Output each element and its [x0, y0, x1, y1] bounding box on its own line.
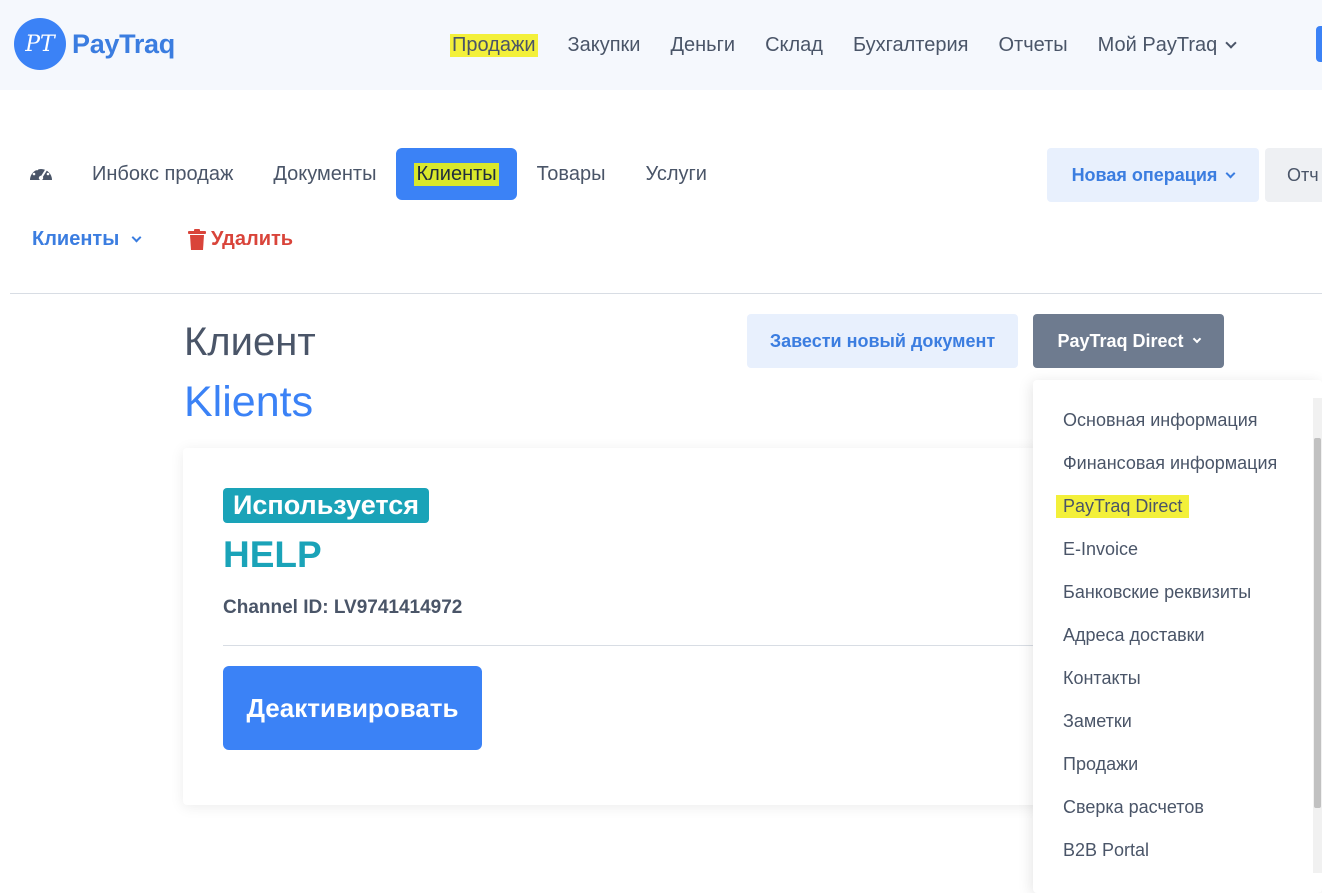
- menu-item-sales[interactable]: Продажи: [1063, 754, 1138, 775]
- chevron-down-icon: [1225, 168, 1236, 178]
- deactivate-button[interactable]: Деактивировать: [223, 666, 482, 750]
- service-name: HELP: [223, 534, 322, 575]
- paytraq-direct-button[interactable]: PayTraq Direct: [1033, 314, 1224, 368]
- chevron-down-icon: [1192, 334, 1201, 344]
- reports-label: Отч: [1287, 164, 1319, 185]
- menu-scrollbar[interactable]: [1313, 398, 1322, 873]
- chevron-down-icon: [131, 232, 142, 243]
- top-navbar: PT PayTraq Продажи Закупки Деньги Склад …: [0, 0, 1322, 90]
- menu-item-financial-info[interactable]: Финансовая информация: [1063, 453, 1277, 474]
- status-badge: Используется: [223, 488, 430, 523]
- trash-icon: [188, 228, 206, 250]
- paytraq-direct-label: PayTraq Direct: [1057, 330, 1184, 351]
- menu-item-contacts[interactable]: Контакты: [1063, 668, 1141, 689]
- nav-money[interactable]: Деньги: [670, 34, 735, 57]
- card-divider: [223, 645, 1063, 646]
- clients-dropdown[interactable]: Клиенты: [32, 228, 142, 251]
- nav-my-paytraq[interactable]: Мой PayTraq: [1097, 33, 1237, 57]
- menu-item-basic-info[interactable]: Основная информация: [1063, 410, 1258, 431]
- menu-item-e-invoice[interactable]: E-Invoice: [1063, 539, 1138, 560]
- sub-nav: Инбокс продаж Документы Клиенты Товары У…: [28, 148, 747, 200]
- logo-mark: PT: [14, 18, 66, 70]
- menu-item-bank-details[interactable]: Банковские реквизиты: [1063, 582, 1251, 603]
- section-divider: [10, 293, 1322, 294]
- paytraq-direct-menu: Основная информация Финансовая информаци…: [1033, 380, 1322, 893]
- paytraq-logo[interactable]: PT PayTraq: [14, 18, 175, 70]
- clients-dropdown-label: Клиенты: [32, 228, 120, 250]
- delete-label: Удалить: [211, 228, 294, 250]
- tab-clients[interactable]: Клиенты: [396, 148, 517, 200]
- tab-goods[interactable]: Товары: [537, 163, 606, 186]
- menu-item-notes[interactable]: Заметки: [1063, 711, 1132, 732]
- paytraq-direct-card: Используется HELP Channel ID: LV97414149…: [183, 448, 1063, 805]
- tab-documents[interactable]: Документы: [273, 163, 376, 186]
- nav-my-paytraq-label: Мой PayTraq: [1097, 33, 1218, 56]
- tab-sales-inbox[interactable]: Инбокс продаж: [92, 163, 233, 186]
- main-nav: Продажи Закупки Деньги Склад Бухгалтерия…: [450, 30, 1265, 60]
- tab-clients-label: Клиенты: [414, 162, 499, 186]
- dashboard-icon[interactable]: [28, 161, 54, 187]
- menu-item-delivery-addresses[interactable]: Адреса доставки: [1063, 625, 1205, 646]
- tab-services[interactable]: Услуги: [645, 163, 707, 186]
- new-operation-button[interactable]: Новая операция: [1047, 148, 1259, 202]
- reports-button[interactable]: Отч: [1265, 148, 1322, 202]
- cut-off-button[interactable]: [1316, 26, 1322, 62]
- nav-warehouse[interactable]: Склад: [765, 34, 823, 57]
- new-operation-label: Новая операция: [1071, 164, 1218, 185]
- nav-accounting[interactable]: Бухгалтерия: [853, 34, 969, 57]
- channel-id: Channel ID: LV9741414972: [223, 597, 463, 618]
- page-title: Клиент: [184, 320, 316, 364]
- nav-purchases[interactable]: Закупки: [568, 34, 641, 57]
- menu-item-reconciliation[interactable]: Сверка расчетов: [1063, 797, 1204, 818]
- delete-button[interactable]: Удалить: [188, 228, 293, 251]
- client-name[interactable]: Klients: [184, 378, 313, 427]
- logo-text: PayTraq: [72, 28, 175, 59]
- chevron-down-icon: [1225, 37, 1237, 49]
- nav-sales[interactable]: Продажи: [450, 33, 538, 57]
- menu-item-b2b-portal[interactable]: B2B Portal: [1063, 840, 1149, 861]
- menu-scrollbar-thumb[interactable]: [1314, 438, 1321, 808]
- new-document-button[interactable]: Завести новый документ: [747, 314, 1018, 368]
- nav-reports[interactable]: Отчеты: [999, 34, 1068, 57]
- menu-item-paytraq-direct[interactable]: PayTraq Direct: [1056, 495, 1190, 518]
